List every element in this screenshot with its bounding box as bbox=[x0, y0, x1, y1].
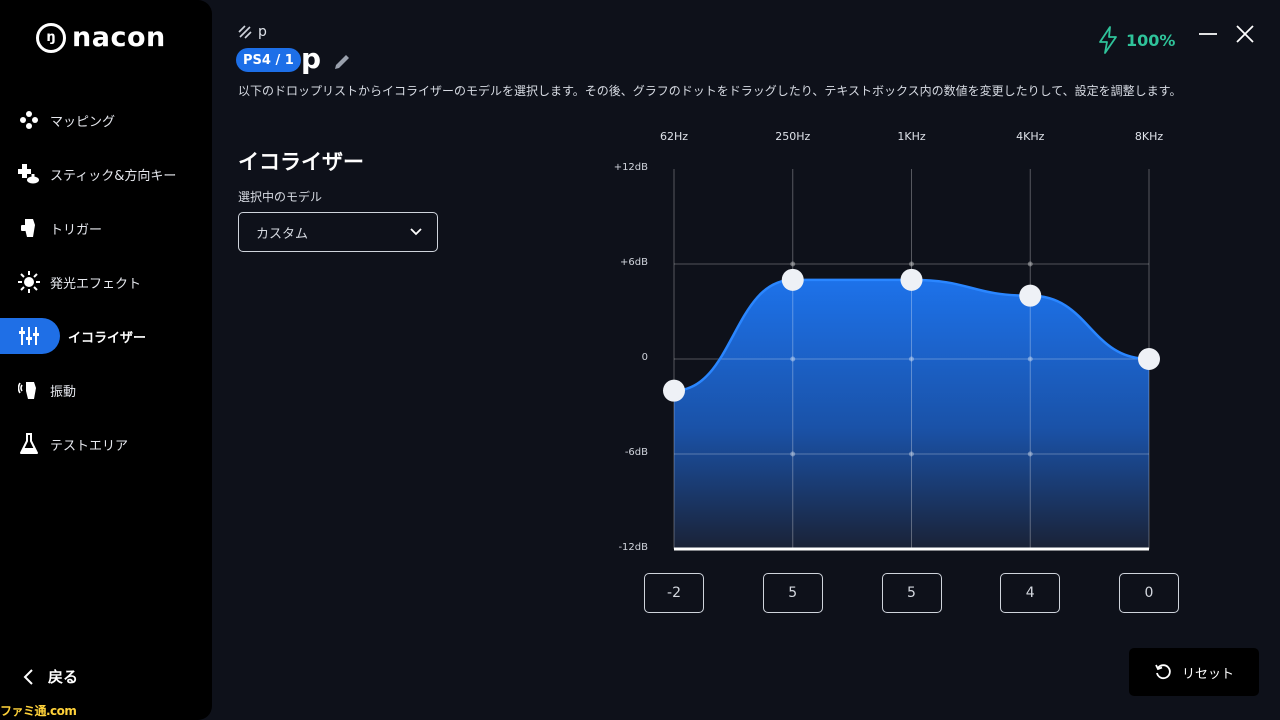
eq-grid-node bbox=[909, 261, 914, 267]
eq-grid-node bbox=[790, 451, 796, 457]
eq-grid-node bbox=[909, 451, 914, 457]
eq-grid-node bbox=[909, 356, 914, 362]
eq-grid-node bbox=[790, 261, 796, 267]
reset-label: リセット bbox=[1181, 666, 1234, 682]
eq-grid-node bbox=[1027, 356, 1033, 362]
eq-handle-62hz[interactable] bbox=[663, 379, 685, 402]
eq-handle-8khz[interactable] bbox=[1138, 348, 1160, 370]
reset-button[interactable]: リセット bbox=[1129, 648, 1259, 696]
eq-grid-node bbox=[790, 356, 796, 362]
eq-handle-4khz[interactable] bbox=[1019, 284, 1042, 307]
eq-handle-250hz[interactable] bbox=[781, 268, 804, 291]
eq-grid-node bbox=[1027, 451, 1033, 457]
eq-handle-1khz[interactable] bbox=[900, 268, 923, 291]
band-input-62hz[interactable] bbox=[644, 573, 704, 613]
band-input-4khz[interactable] bbox=[1000, 573, 1061, 613]
band-input-1khz[interactable] bbox=[881, 573, 942, 613]
eq-grid-node bbox=[1027, 261, 1033, 267]
band-input-8khz[interactable] bbox=[1119, 573, 1179, 613]
reset-icon bbox=[1155, 664, 1171, 680]
band-input-250hz[interactable] bbox=[762, 573, 823, 613]
equalizer-graph bbox=[663, 169, 1160, 551]
